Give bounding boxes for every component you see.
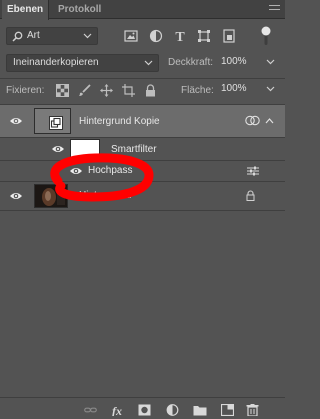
new-layer-icon[interactable] [221,404,234,416]
smart-filters-indicator-icon [245,115,260,126]
fx-icon[interactable]: fx [111,404,127,416]
group-folder-icon[interactable] [193,404,207,416]
filter-row-hochpass[interactable]: Hochpass [0,161,285,181]
smart-filter-mask-thumbnail[interactable] [70,139,100,159]
adjustment-layer-icon[interactable] [166,404,179,416]
trash-icon[interactable] [246,404,259,416]
filter-toggle-switch[interactable] [261,26,271,46]
chevron-down-icon [144,60,153,66]
tab-protokoll[interactable]: Protokoll [53,0,106,19]
eye-icon[interactable] [9,116,23,126]
smart-filter-label: Smartfilter [111,144,157,155]
adjustment-filter-icon[interactable] [149,29,163,43]
artboard-crop-icon[interactable] [122,84,135,97]
fill-value: 100% [221,83,247,94]
lock-all-icon[interactable] [144,84,157,97]
chevron-down-icon [266,86,275,92]
layers-bottom-toolbar: fx [0,397,285,419]
layer-mask-icon[interactable] [138,404,151,416]
divider [0,210,285,211]
layers-panel: Ebenen Protokoll Art T Ineinanderkopiere… [0,0,285,419]
panel-menu-icon[interactable] [269,5,280,14]
photo-thumbnail-image [35,185,67,207]
fill-label: Fläche: [181,85,214,96]
layer-row-hintergrund[interactable]: Hintergrund [0,182,285,210]
layer-thumbnail [34,108,71,134]
svg-text:T: T [175,30,185,43]
opacity-label: Deckkraft: [168,57,214,68]
filter-blending-options-icon[interactable] [247,166,259,176]
brush-icon[interactable] [78,84,91,97]
layer-name: Hintergrund Kopie [79,116,160,127]
smart-object-filter-icon[interactable] [222,29,236,43]
blend-mode-value: Ineinanderkopieren [13,57,99,68]
lock-transparency-icon[interactable] [56,84,69,97]
layer-row-hintergrund-kopie[interactable]: Hintergrund Kopie [0,105,285,137]
filter-kind-select[interactable]: Art [6,27,98,45]
eye-icon[interactable] [9,191,23,201]
shape-filter-icon[interactable] [197,29,211,43]
type-filter-icon[interactable]: T [173,29,187,43]
smart-object-badge-icon [49,116,63,130]
divider [0,78,285,79]
tab-ebenen[interactable]: Ebenen [2,0,50,20]
blend-mode-select[interactable]: Ineinanderkopieren [6,54,159,72]
filter-name: Hochpass [88,165,133,176]
eye-icon[interactable] [51,144,65,154]
chevron-down-icon [266,59,275,65]
chevron-down-icon [83,33,92,39]
fill-input[interactable]: 100% [217,81,277,99]
svg-text:fx: fx [112,404,122,416]
smart-filter-row[interactable]: Smartfilter [0,138,285,160]
lock-label: Fixieren: [6,85,45,96]
collapse-arrow-icon[interactable] [265,117,274,124]
search-icon [12,31,23,42]
lock-icon [246,190,255,201]
layer-name: Hintergrund [79,190,132,201]
filter-kind-value: Art [27,30,40,41]
link-layers-icon[interactable] [84,404,97,416]
panel-tab-bar: Ebenen Protokoll [0,0,285,20]
move-icon[interactable] [100,84,113,97]
layer-thumbnail [34,184,68,208]
opacity-input[interactable]: 100% [217,54,277,72]
opacity-value: 100% [221,56,247,67]
eye-icon[interactable] [69,166,83,176]
image-filter-icon[interactable] [124,29,138,43]
